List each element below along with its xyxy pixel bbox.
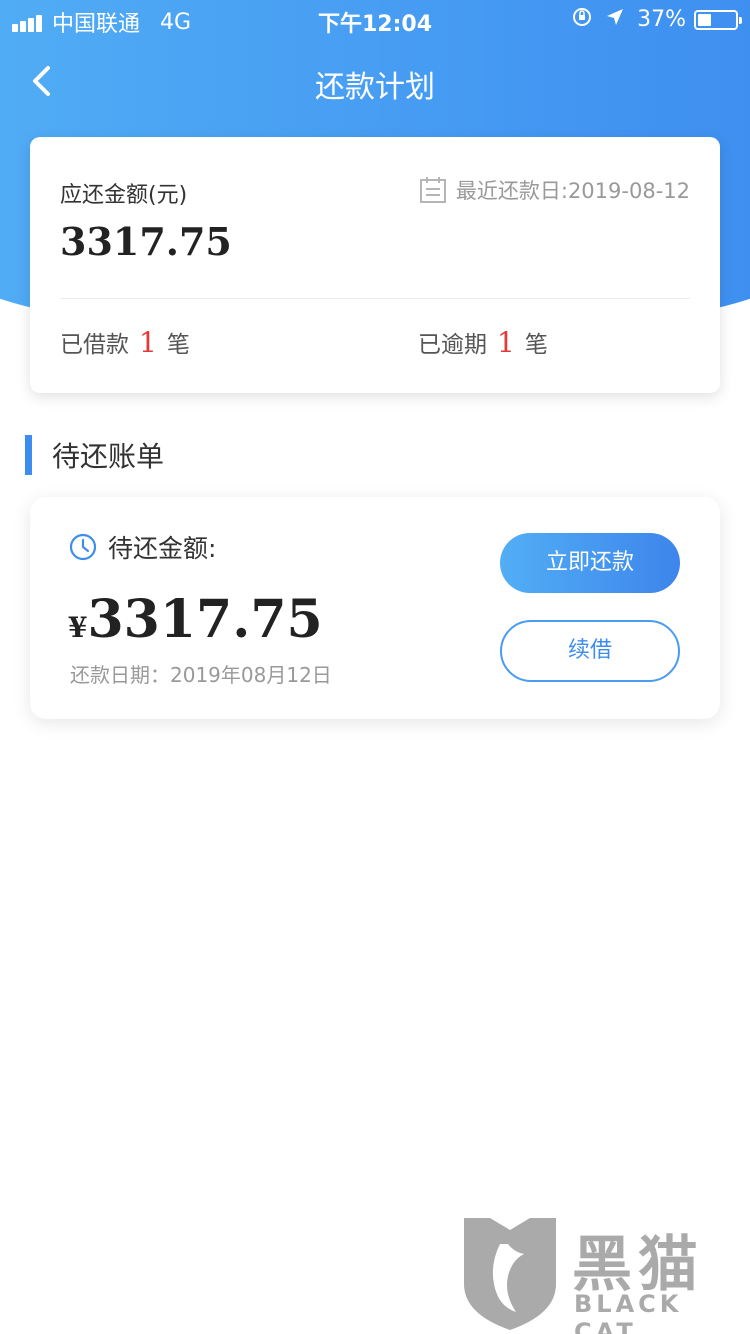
cat-shield-logo bbox=[464, 1218, 556, 1330]
bill-amount-value: 3317.75 bbox=[87, 589, 323, 650]
bill-due-date: 还款日期：2019年08月12日 bbox=[70, 663, 332, 687]
bill-label-text: 待还金额: bbox=[108, 534, 217, 563]
overdue-prefix: 已逾期 bbox=[418, 332, 487, 358]
summary-card: 应还金额(元) 3317.75 最近还款日:2019-08-12 已借款 1 笔… bbox=[30, 137, 720, 393]
location-arrow-icon bbox=[605, 7, 625, 32]
next-repayment-date: 最近还款日:2019-08-12 bbox=[418, 175, 690, 205]
due-amount-value: 3317.75 bbox=[60, 219, 232, 264]
page-title: 还款计划 bbox=[315, 70, 435, 105]
battery-percent: 37% bbox=[637, 7, 686, 32]
borrowed-number: 1 bbox=[139, 326, 157, 359]
renew-loan-button[interactable]: 续借 bbox=[500, 620, 680, 682]
next-date-text: 最近还款日:2019-08-12 bbox=[455, 179, 690, 203]
repayment-plan-screen: 中国联通 4G 下午12:04 37% 还款计划 应还金额(元) 3317.75… bbox=[0, 0, 750, 1334]
borrowed-count: 已借款 1 笔 bbox=[60, 325, 190, 359]
status-right: 37% bbox=[571, 6, 742, 33]
bill-amount: ¥ 3317.75 bbox=[68, 589, 323, 650]
pending-bill-card: 待还金额: ¥ 3317.75 还款日期：2019年08月12日 立即还款 续借 bbox=[30, 497, 720, 719]
section-header: 待还账单 bbox=[25, 435, 164, 475]
currency-symbol: ¥ bbox=[68, 611, 88, 644]
nav-bar: 还款计划 bbox=[0, 50, 750, 114]
section-accent-bar bbox=[25, 435, 32, 475]
due-amount-label: 应还金额(元) bbox=[60, 183, 188, 208]
battery-icon bbox=[694, 9, 742, 30]
black-cat-watermark: 黑猫 BLACK CAT bbox=[460, 1214, 750, 1334]
bill-label: 待还金额: bbox=[68, 529, 216, 565]
overdue-suffix: 笔 bbox=[524, 332, 548, 358]
overdue-count: 已逾期 1 笔 bbox=[418, 325, 548, 359]
orientation-lock-icon bbox=[571, 6, 593, 33]
pay-now-button[interactable]: 立即还款 bbox=[500, 533, 680, 593]
section-title: 待还账单 bbox=[52, 440, 165, 473]
card-divider bbox=[60, 298, 690, 299]
status-bar: 中国联通 4G 下午12:04 37% bbox=[0, 0, 750, 40]
battery-level bbox=[698, 13, 712, 26]
overdue-number: 1 bbox=[497, 326, 515, 359]
calendar-icon bbox=[419, 177, 446, 203]
watermark-english: BLACK CAT bbox=[574, 1290, 683, 1334]
clock-icon bbox=[69, 533, 97, 561]
borrowed-prefix: 已借款 bbox=[60, 332, 129, 358]
borrowed-suffix: 笔 bbox=[166, 332, 190, 358]
